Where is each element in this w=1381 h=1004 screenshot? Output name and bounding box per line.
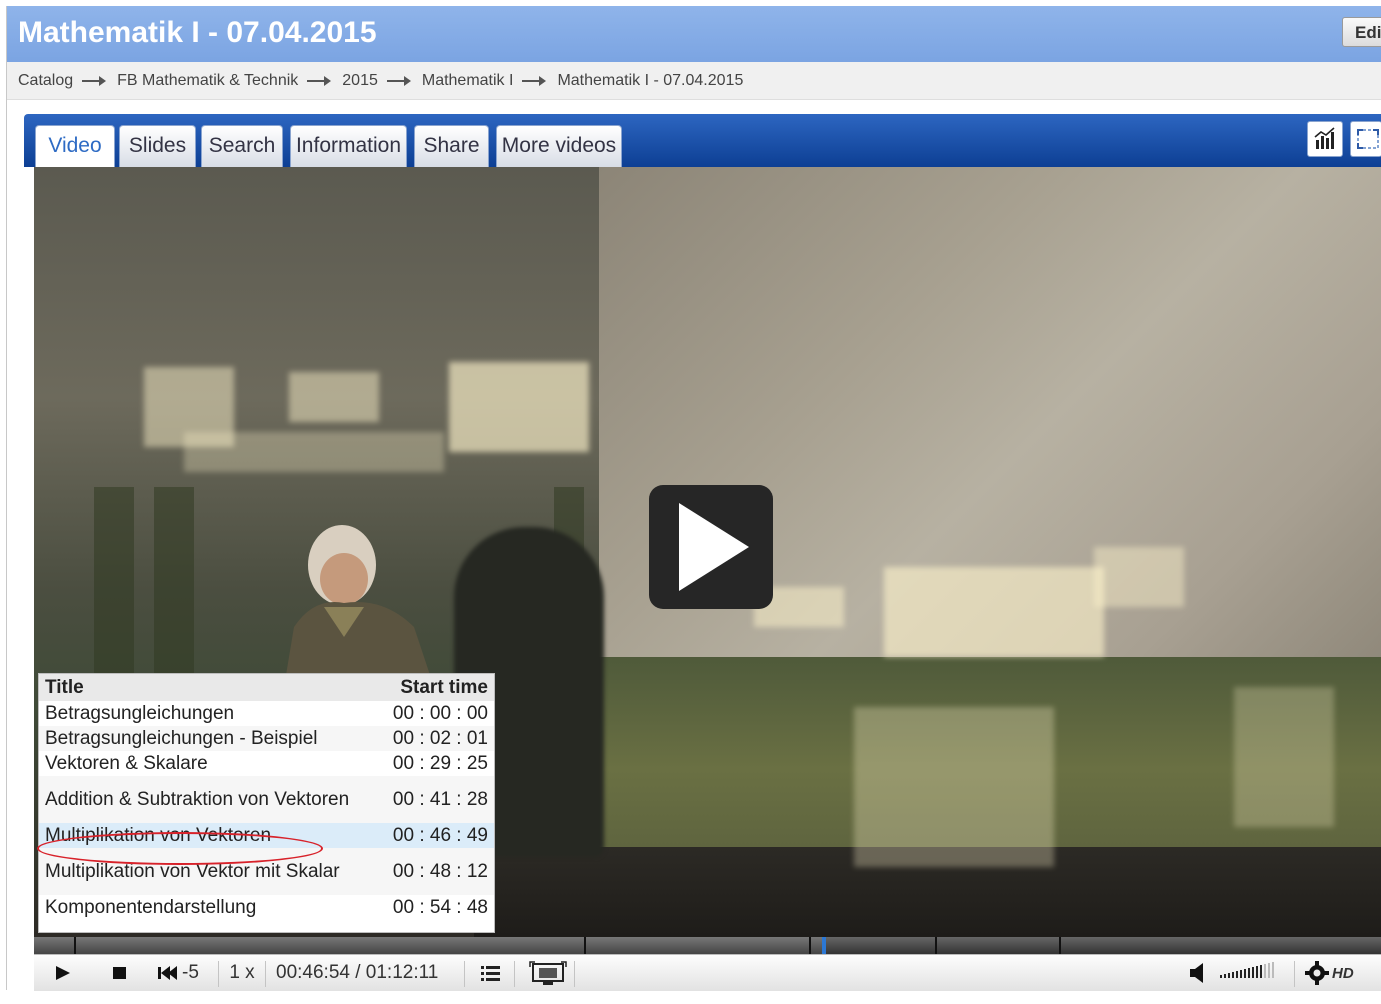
breadcrumb-department[interactable]: FB Mathematik & Technik: [117, 72, 298, 90]
video-player: Video Slides Search Information Share Mo…: [24, 114, 1381, 991]
chapter-title: Multiplikation von Vektoren: [39, 823, 374, 848]
gear-icon: [1305, 961, 1329, 985]
arrow-right-icon: [522, 75, 548, 86]
tab-share[interactable]: Share: [414, 125, 489, 167]
chapter-marker: [809, 937, 811, 954]
fullscreen-icon[interactable]: [1350, 121, 1381, 157]
quality-settings-button[interactable]: HD: [1304, 955, 1368, 991]
divider: [218, 961, 219, 987]
column-header-title: Title: [39, 674, 374, 701]
chapter-start-time: 00 : 29 : 25: [392, 752, 488, 774]
chapter-row[interactable]: Betragsungleichungen - Beispiel 00 : 02 …: [39, 726, 494, 751]
tab-slides[interactable]: Slides: [119, 125, 196, 167]
tab-video[interactable]: Video: [35, 125, 115, 167]
statistics-icon[interactable]: [1307, 121, 1343, 157]
volume-icon[interactable]: [1186, 955, 1210, 991]
sunlight-patch: [1094, 547, 1184, 607]
divider: [1294, 961, 1295, 987]
chapter-marker: [74, 937, 76, 954]
sunlight-patch: [1234, 687, 1334, 827]
chapter-marker: [1059, 937, 1061, 954]
chapter-title: Betragsungleichungen - Beispiel: [39, 726, 374, 751]
chapter-row[interactable]: Komponentendarstellung 00 : 54 : 48: [39, 895, 494, 920]
arrow-right-icon: [307, 75, 333, 86]
play-button[interactable]: [48, 955, 76, 991]
chapter-title: Vektoren & Skalare: [45, 752, 208, 774]
chapter-start-time: 00 : 02 : 01: [374, 726, 494, 751]
chapter-marker: [935, 937, 937, 954]
edit-button[interactable]: Edit: [1342, 17, 1381, 47]
breadcrumb-course[interactable]: Mathematik I: [422, 72, 514, 90]
rewind-icon: [158, 966, 177, 980]
layout-switch-icon[interactable]: [528, 955, 568, 991]
video-area[interactable]: Title Start time Betragsungleichungen 00…: [34, 167, 1381, 937]
breadcrumb-lecture[interactable]: Mathematik I - 07.04.2015: [557, 72, 743, 90]
chapter-start-time: 00 : 54 : 48: [392, 896, 488, 918]
play-overlay-button[interactable]: [649, 485, 773, 609]
volume-slider[interactable]: [1218, 955, 1282, 991]
chapter-marker: [584, 937, 586, 954]
breadcrumb: Catalog FB Mathematik & Technik 2015 Mat…: [7, 62, 1381, 100]
chapter-title: Betragsungleichungen: [45, 702, 235, 724]
chapter-row[interactable]: Multiplikation von Vektor mit Skalar 00 …: [39, 848, 494, 895]
sunlight-patch: [854, 707, 1054, 867]
stop-button[interactable]: [108, 955, 132, 991]
divider: [265, 961, 266, 987]
time-display: 00:46:54 / 01:12:11: [276, 962, 439, 983]
chapter-start-time: 00 : 48 : 12: [374, 848, 494, 895]
chapter-start-time: 00 : 00 : 00: [392, 702, 488, 724]
skip-back-label: -5: [182, 962, 199, 983]
page-title: Mathematik I - 07.04.2015: [18, 16, 377, 49]
playback-speed-button[interactable]: 1 x: [222, 955, 262, 991]
skip-back-button[interactable]: -5: [156, 955, 212, 991]
sunlight-patch: [884, 567, 1104, 657]
chapter-row-current[interactable]: Multiplikation von Vektoren 00 : 46 : 49: [39, 823, 494, 848]
tab-more-videos[interactable]: More videos: [496, 125, 622, 167]
hd-label: HD: [1332, 965, 1354, 982]
tab-search[interactable]: Search: [201, 125, 283, 167]
column-header-start-time: Start time: [374, 674, 494, 701]
tab-bar: Video Slides Search Information Share Mo…: [24, 114, 1381, 167]
arrow-right-icon: [386, 75, 413, 86]
breadcrumb-catalog[interactable]: Catalog: [18, 72, 73, 90]
progress-handle[interactable]: [822, 937, 826, 954]
divider: [514, 961, 515, 987]
chapters-list-icon[interactable]: [478, 955, 504, 991]
chapter-start-time: 00 : 46 : 49: [374, 823, 494, 848]
tab-information[interactable]: Information: [290, 125, 407, 167]
control-bar: -5 1 x 00:46:54 / 01:12:11 HD: [34, 954, 1381, 991]
chapter-row[interactable]: Vektoren & Skalare 00 : 29 : 25: [39, 751, 494, 776]
sunlight-patch: [289, 372, 379, 422]
divider: [464, 961, 465, 987]
progress-fill: [34, 937, 822, 954]
chapter-list: Title Start time Betragsungleichungen 00…: [37, 673, 495, 933]
sunlight-patch: [449, 362, 589, 452]
window-shadow: [94, 487, 134, 687]
chapter-row[interactable]: Betragsungleichungen 00 : 00 : 00: [39, 701, 494, 726]
arrow-right-icon: [82, 75, 108, 86]
breadcrumb-year[interactable]: 2015: [342, 72, 378, 90]
progress-bar[interactable]: [34, 937, 1381, 954]
sunlight-patch: [184, 432, 444, 472]
lecturer-figure: [264, 517, 444, 687]
page-frame: Mathematik I - 07.04.2015 Edit Catalog F…: [6, 6, 1381, 991]
chapter-start-time: 00 : 41 : 28: [374, 776, 494, 823]
chapter-title: Multiplikation von Vektor mit Skalar: [39, 848, 374, 895]
window-shadow: [154, 487, 194, 687]
title-bar: Mathematik I - 07.04.2015 Edit: [7, 6, 1381, 62]
chapter-title: Addition & Subtraktion von Vektoren: [39, 776, 374, 823]
chapter-row[interactable]: Addition & Subtraktion von Vektoren 00 :…: [39, 776, 494, 823]
chapter-title: Komponentendarstellung: [45, 896, 257, 918]
divider: [574, 961, 575, 987]
